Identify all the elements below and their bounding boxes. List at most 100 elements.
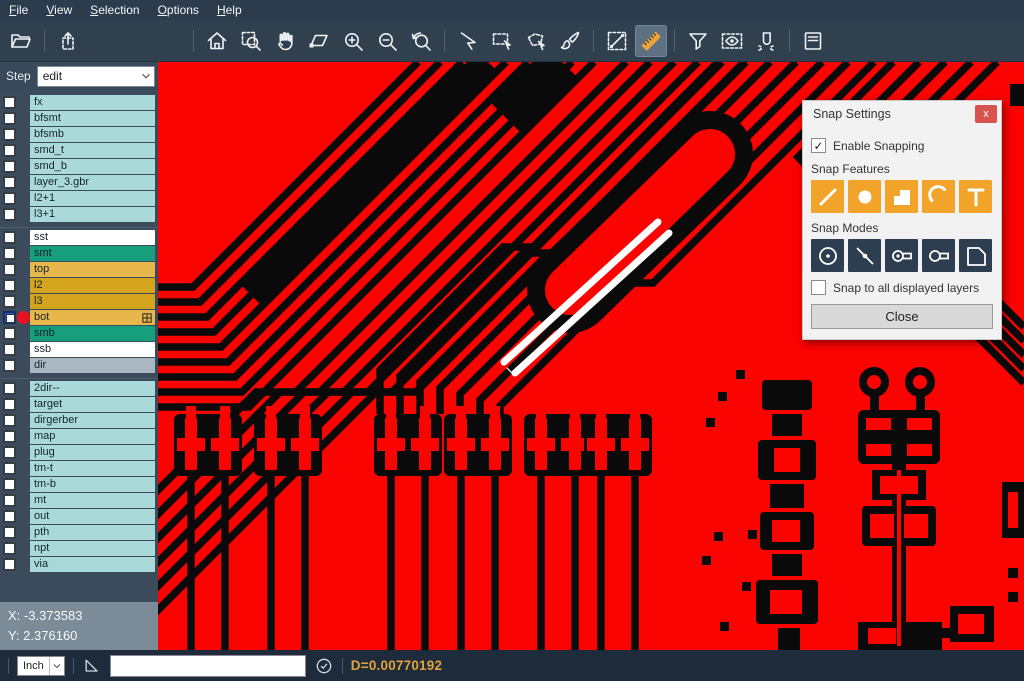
layer-name[interactable]: mt bbox=[30, 493, 155, 508]
layer-name[interactable]: pth bbox=[30, 525, 155, 540]
layer-row-fx[interactable]: fx bbox=[0, 95, 158, 110]
layer-row-smd-t[interactable]: smd_t bbox=[0, 143, 158, 158]
menu-selection[interactable]: Selection bbox=[81, 0, 148, 20]
scroll-up-button[interactable] bbox=[52, 25, 84, 57]
snap-circle-button[interactable] bbox=[848, 180, 881, 213]
layer-name[interactable]: dirgerber bbox=[30, 413, 155, 428]
layer-visibility-checkbox[interactable] bbox=[3, 144, 16, 157]
snap-text-button[interactable] bbox=[959, 180, 992, 213]
layer-name[interactable]: ssb bbox=[30, 342, 155, 357]
close-icon[interactable]: x bbox=[975, 105, 997, 123]
layer-row-l2[interactable]: l2 bbox=[0, 278, 158, 293]
layer-row-smb[interactable]: smb bbox=[0, 326, 158, 341]
layer-name[interactable]: sst bbox=[30, 230, 155, 245]
unit-dropdown[interactable]: Inch bbox=[17, 656, 65, 676]
scroll-left-button[interactable] bbox=[120, 25, 152, 57]
mode-center-button[interactable] bbox=[811, 239, 844, 272]
layer-name[interactable]: l2+1 bbox=[30, 191, 155, 206]
layer-name[interactable]: fx bbox=[30, 95, 155, 110]
home-view-button[interactable] bbox=[201, 25, 233, 57]
layer-row-top[interactable]: top bbox=[0, 262, 158, 277]
menu-view[interactable]: View bbox=[37, 0, 81, 20]
layer-name[interactable]: target bbox=[30, 397, 155, 412]
layer-visibility-checkbox[interactable] bbox=[3, 446, 16, 459]
layer-visibility-checkbox[interactable] bbox=[3, 176, 16, 189]
layer-visibility-checkbox[interactable] bbox=[3, 542, 16, 555]
enable-snapping-checkbox[interactable]: ✓ bbox=[811, 138, 826, 153]
layer-row-dirgerber[interactable]: dirgerber bbox=[0, 413, 158, 428]
scroll-down-button[interactable] bbox=[86, 25, 118, 57]
angle-mode-icon[interactable] bbox=[82, 656, 102, 676]
layer-name[interactable]: l3+1 bbox=[30, 207, 155, 222]
layer-visibility-checkbox[interactable] bbox=[3, 192, 16, 205]
menu-help[interactable]: Help bbox=[208, 0, 251, 20]
layer-name[interactable]: smd_b bbox=[30, 159, 155, 174]
layer-name[interactable]: l3 bbox=[30, 294, 155, 309]
layer-visibility-checkbox[interactable] bbox=[3, 359, 16, 372]
brush-button[interactable] bbox=[554, 25, 586, 57]
layer-row-out[interactable]: out bbox=[0, 509, 158, 524]
layer-visibility-checkbox[interactable] bbox=[3, 208, 16, 221]
layer-visibility-checkbox[interactable] bbox=[3, 343, 16, 356]
grid-icon[interactable] bbox=[142, 313, 152, 323]
layer-name[interactable]: layer_3.gbr bbox=[30, 175, 155, 190]
measure-line-button[interactable] bbox=[601, 25, 633, 57]
pan-hand-button[interactable] bbox=[269, 25, 301, 57]
step-dropdown[interactable]: edit bbox=[37, 66, 155, 87]
layer-visibility-checkbox[interactable] bbox=[3, 263, 16, 276]
layer-row-npt[interactable]: npt bbox=[0, 541, 158, 556]
layer-name[interactable]: bfsmt bbox=[30, 111, 155, 126]
mode-pad-outline-button[interactable] bbox=[922, 239, 955, 272]
zoom-area-button[interactable] bbox=[235, 25, 267, 57]
mode-profile-button[interactable] bbox=[959, 239, 992, 272]
layer-row-target[interactable]: target bbox=[0, 397, 158, 412]
snap-all-layers-row[interactable]: Snap to all displayed layers bbox=[811, 280, 993, 295]
layer-row-dir[interactable]: dir bbox=[0, 358, 158, 373]
layer-name[interactable]: top bbox=[30, 262, 155, 277]
layer-visibility-checkbox[interactable] bbox=[3, 295, 16, 308]
layer-name[interactable]: dir bbox=[30, 358, 155, 373]
layer-visibility-checkbox[interactable] bbox=[3, 311, 16, 324]
layer-visibility-checkbox[interactable] bbox=[3, 478, 16, 491]
layer-row-layer-3-gbr[interactable]: layer_3.gbr bbox=[0, 175, 158, 190]
open-file-button[interactable] bbox=[5, 25, 37, 57]
layer-row-l2-1[interactable]: l2+1 bbox=[0, 191, 158, 206]
snap-line-button[interactable] bbox=[811, 180, 844, 213]
layer-visibility-checkbox[interactable] bbox=[3, 526, 16, 539]
layer-visibility-checkbox[interactable] bbox=[3, 160, 16, 173]
report-button[interactable] bbox=[797, 25, 829, 57]
eye-button[interactable] bbox=[716, 25, 748, 57]
layer-visibility-checkbox[interactable] bbox=[3, 382, 16, 395]
layer-row-plug[interactable]: plug bbox=[0, 445, 158, 460]
layer-visibility-checkbox[interactable] bbox=[3, 112, 16, 125]
layer-name[interactable]: l2 bbox=[30, 278, 155, 293]
ruler-button[interactable] bbox=[635, 25, 667, 57]
mode-line-point-button[interactable] bbox=[848, 239, 881, 272]
refresh-check-icon[interactable] bbox=[314, 656, 334, 676]
dialog-titlebar[interactable]: Snap Settings x bbox=[803, 101, 1001, 127]
layer-name[interactable]: bot bbox=[30, 310, 155, 325]
snap-surface-button[interactable] bbox=[885, 180, 918, 213]
layer-row-bfsmt[interactable]: bfsmt bbox=[0, 111, 158, 126]
layer-row-l3-1[interactable]: l3+1 bbox=[0, 207, 158, 222]
layer-visibility-checkbox[interactable] bbox=[3, 247, 16, 260]
filter-button[interactable] bbox=[682, 25, 714, 57]
select-arrow-button[interactable] bbox=[452, 25, 484, 57]
layer-name[interactable]: 2dir-- bbox=[30, 381, 155, 396]
layer-visibility-checkbox[interactable] bbox=[3, 462, 16, 475]
layer-name[interactable]: smd_t bbox=[30, 143, 155, 158]
layer-row-via[interactable]: via bbox=[0, 557, 158, 572]
layer-row-bot[interactable]: bot bbox=[0, 310, 158, 325]
layer-visibility-checkbox[interactable] bbox=[3, 510, 16, 523]
layer-name[interactable]: bfsmb bbox=[30, 127, 155, 142]
close-button[interactable]: Close bbox=[811, 304, 993, 329]
layer-visibility-checkbox[interactable] bbox=[3, 494, 16, 507]
scroll-right-button[interactable] bbox=[154, 25, 186, 57]
layer-row-bfsmb[interactable]: bfsmb bbox=[0, 127, 158, 142]
layer-row-mt[interactable]: mt bbox=[0, 493, 158, 508]
poly-select-button[interactable] bbox=[520, 25, 552, 57]
layer-name[interactable]: out bbox=[30, 509, 155, 524]
layer-name[interactable]: plug bbox=[30, 445, 155, 460]
snap-arc-button[interactable] bbox=[922, 180, 955, 213]
layer-visibility-checkbox[interactable] bbox=[3, 231, 16, 244]
